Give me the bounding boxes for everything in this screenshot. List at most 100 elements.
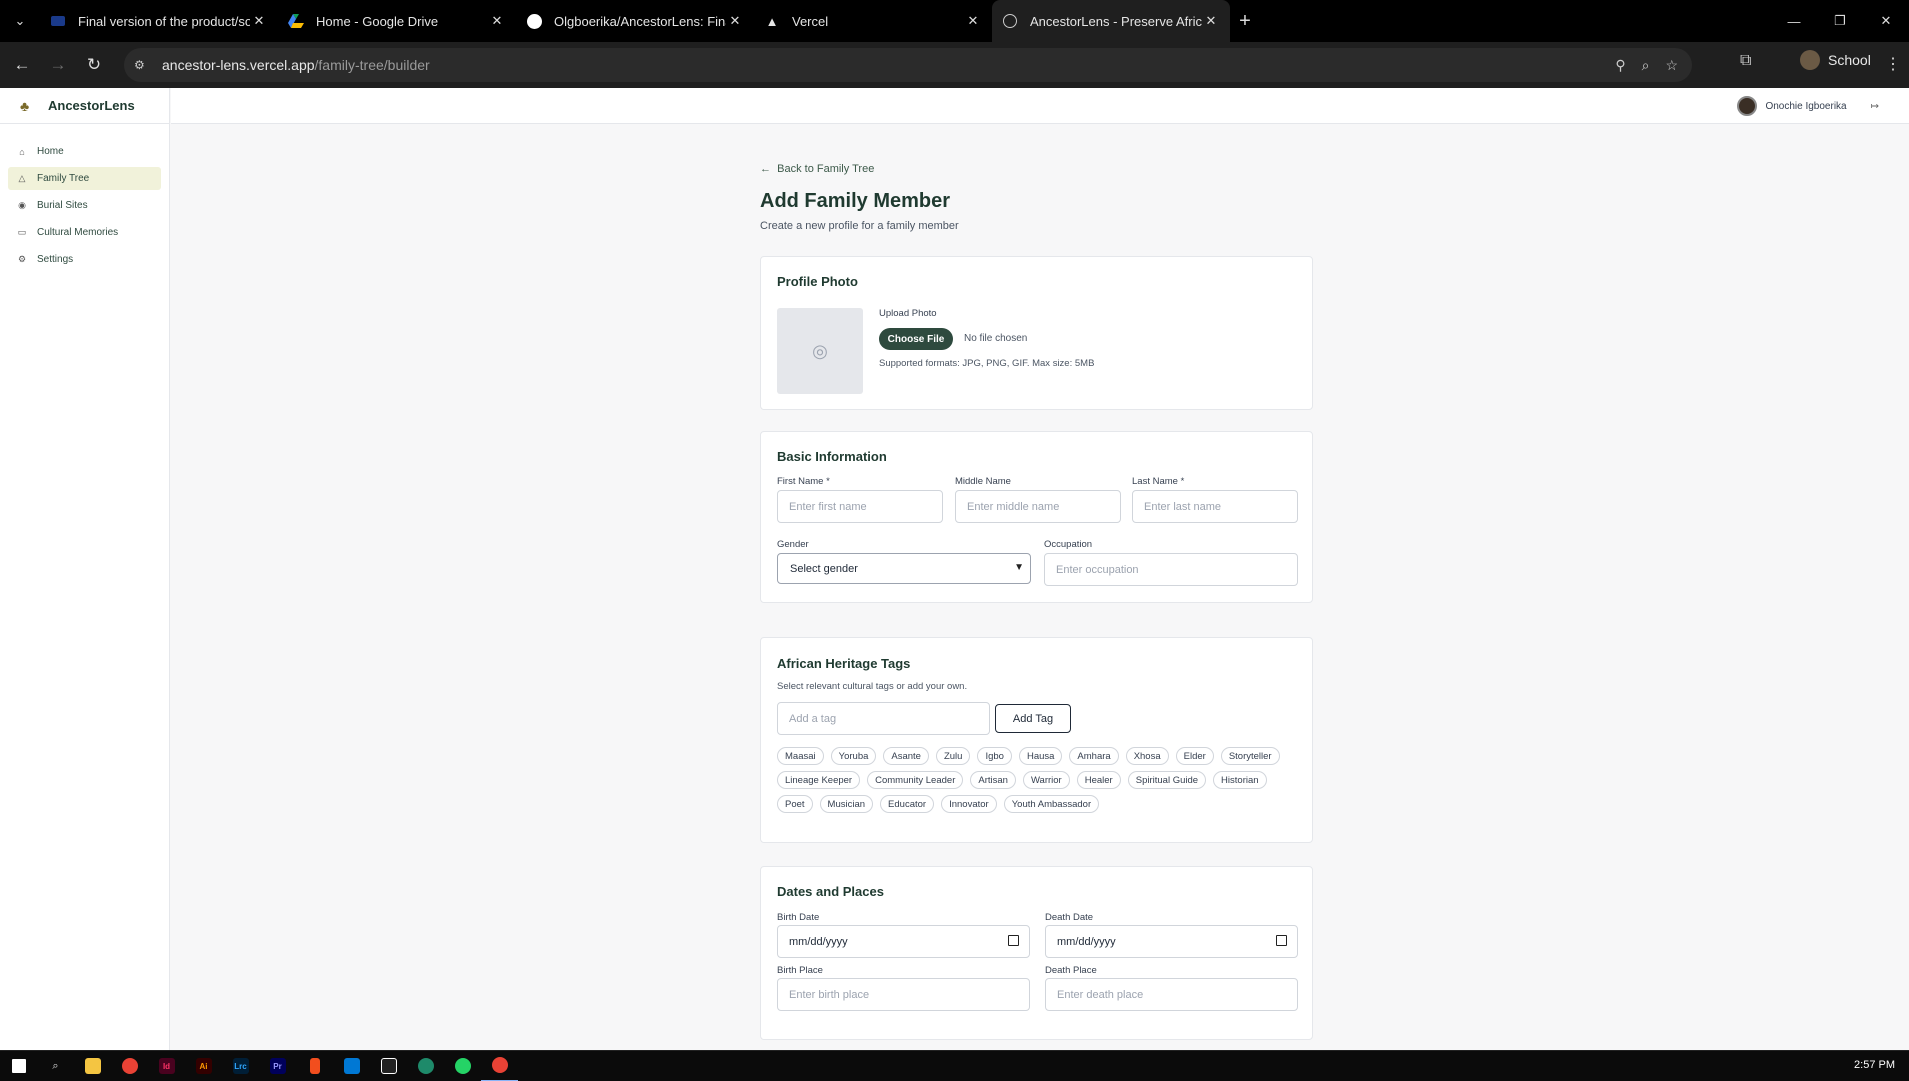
close-tab-icon[interactable]: ✕ bbox=[726, 13, 744, 29]
add-tag-input[interactable]: Add a tag bbox=[777, 702, 990, 735]
close-tab-icon[interactable]: ✕ bbox=[488, 13, 506, 29]
sidebar-item-burial-sites[interactable]: ◉ Burial Sites bbox=[8, 194, 161, 217]
zoom-icon[interactable]: ⌕ bbox=[1642, 57, 1650, 74]
photo-preview[interactable]: ◎ bbox=[777, 308, 863, 394]
site-settings-icon[interactable]: ⚙ bbox=[134, 58, 154, 72]
heritage-tag-chip[interactable]: Amhara bbox=[1069, 747, 1119, 765]
location-icon[interactable]: ⚲ bbox=[1615, 57, 1625, 74]
browser-tab[interactable]: Olgboerika/AncestorLens: Final ✕ bbox=[516, 0, 754, 42]
browser-menu-icon[interactable]: ⋮ bbox=[1885, 54, 1901, 74]
address-bar[interactable]: ⚙ ancestor-lens.vercel.app/family-tree/b… bbox=[124, 48, 1692, 82]
back-to-family-tree-link[interactable]: ← Back to Family Tree bbox=[760, 163, 874, 175]
browser-tab[interactable]: Final version of the product/sol ✕ bbox=[40, 0, 278, 42]
whatsapp-icon[interactable] bbox=[444, 1051, 481, 1081]
browser-tab-active[interactable]: AncestorLens - Preserve African ✕ bbox=[992, 0, 1230, 42]
occupation-input[interactable]: Enter occupation bbox=[1044, 553, 1298, 586]
app-icon[interactable] bbox=[407, 1051, 444, 1081]
heritage-tag-chip[interactable]: Zulu bbox=[935, 747, 971, 765]
heritage-tag-chip[interactable]: Musician bbox=[819, 795, 874, 813]
close-tab-icon[interactable]: ✕ bbox=[250, 13, 268, 29]
heritage-tag-chip[interactable]: Poet bbox=[777, 795, 813, 813]
sidebar-item-family-tree[interactable]: △ Family Tree bbox=[8, 167, 161, 190]
last-name-label: Last Name * bbox=[1132, 476, 1185, 487]
gender-select[interactable]: Select gender ▼ bbox=[777, 553, 1031, 584]
sidebar-item-home[interactable]: ⌂ Home bbox=[8, 140, 161, 163]
heritage-tag-chip[interactable]: Maasai bbox=[777, 747, 824, 765]
minimize-icon[interactable]: — bbox=[1771, 0, 1817, 42]
back-arrow-icon[interactable]: ← bbox=[4, 47, 40, 83]
sidebar-item-settings[interactable]: ⚙ Settings bbox=[8, 248, 161, 271]
reload-icon[interactable]: ↻ bbox=[76, 47, 112, 83]
illustrator-icon[interactable]: Ai bbox=[185, 1051, 222, 1081]
top-bar: Onochie Igboerika ↦ bbox=[171, 88, 1909, 124]
death-place-input[interactable]: Enter death place bbox=[1045, 978, 1298, 1011]
chevron-down-icon: ▼ bbox=[1014, 562, 1024, 573]
heritage-tag-chip[interactable]: Igbo bbox=[977, 747, 1012, 765]
occupation-label: Occupation bbox=[1044, 539, 1093, 550]
close-window-icon[interactable]: ✕ bbox=[1863, 0, 1909, 42]
figma-icon[interactable] bbox=[296, 1051, 333, 1081]
close-tab-icon[interactable]: ✕ bbox=[964, 13, 982, 29]
file-explorer-icon[interactable] bbox=[74, 1051, 111, 1081]
chrome-active-icon[interactable] bbox=[481, 1051, 518, 1081]
middle-name-input[interactable]: Enter middle name bbox=[955, 490, 1121, 523]
user-menu[interactable]: Onochie Igboerika ↦ bbox=[1737, 96, 1879, 116]
birth-place-input[interactable]: Enter birth place bbox=[777, 978, 1030, 1011]
calendar-icon[interactable] bbox=[1008, 935, 1019, 946]
heritage-tag-chip[interactable]: Innovator bbox=[941, 795, 997, 813]
heritage-tag-chip[interactable]: Community Leader bbox=[867, 771, 964, 789]
capcut-icon[interactable] bbox=[370, 1051, 407, 1081]
heritage-tag-chip[interactable]: Asante bbox=[883, 747, 929, 765]
heritage-tag-chip[interactable]: Youth Ambassador bbox=[1003, 795, 1100, 813]
tab-title: Home - Google Drive bbox=[316, 13, 439, 29]
calendar-icon[interactable] bbox=[1276, 935, 1287, 946]
heritage-tag-chip[interactable]: Storyteller bbox=[1220, 747, 1280, 765]
heritage-tag-chip[interactable]: Lineage Keeper bbox=[777, 771, 861, 789]
add-tag-button[interactable]: Add Tag bbox=[995, 704, 1071, 733]
heritage-tag-chip[interactable]: Warrior bbox=[1022, 771, 1070, 789]
heritage-tag-chip[interactable]: Hausa bbox=[1018, 747, 1063, 765]
lightroom-icon[interactable]: Lrc bbox=[222, 1051, 259, 1081]
url-text[interactable]: ancestor-lens.vercel.app/family-tree/bui… bbox=[162, 57, 430, 73]
heritage-tag-chip[interactable]: Educator bbox=[880, 795, 935, 813]
sidebar-item-cultural-memories[interactable]: ▭ Cultural Memories bbox=[8, 221, 161, 244]
heritage-tag-chip[interactable]: Spiritual Guide bbox=[1127, 771, 1207, 789]
indesign-icon[interactable]: Id bbox=[148, 1051, 185, 1081]
premiere-icon[interactable]: Pr bbox=[259, 1051, 296, 1081]
tag-chips: Maasai Yoruba Asante Zulu Igbo Hausa Amhara Xho… bbox=[777, 747, 1307, 813]
forward-arrow-icon[interactable]: → bbox=[40, 47, 76, 83]
heritage-tag-chip[interactable]: Artisan bbox=[970, 771, 1016, 789]
choose-file-button[interactable]: Choose File bbox=[879, 328, 953, 350]
browser-tab[interactable]: Home - Google Drive ✕ bbox=[278, 0, 516, 42]
bookmark-star-icon[interactable]: ☆ bbox=[1665, 57, 1678, 74]
browser-tab[interactable]: ▲ Vercel ✕ bbox=[754, 0, 992, 42]
vscode-icon[interactable] bbox=[333, 1051, 370, 1081]
death-date-input[interactable]: mm/dd/yyyy bbox=[1045, 925, 1298, 958]
os-taskbar: ⌕ Id Ai Lrc Pr 2:57 PM bbox=[0, 1050, 1909, 1081]
heritage-tag-chip[interactable]: Historian bbox=[1213, 771, 1267, 789]
sidebar: ♣ AncestorLens ⌂ Home △ Family Tree ◉ Bu… bbox=[0, 88, 170, 1050]
arrow-left-icon: ← bbox=[760, 163, 771, 175]
logout-icon[interactable]: ↦ bbox=[1871, 101, 1879, 112]
birth-date-input[interactable]: mm/dd/yyyy bbox=[777, 925, 1030, 958]
map-pin-icon: ◉ bbox=[18, 200, 26, 210]
first-name-input[interactable]: Enter first name bbox=[777, 490, 943, 523]
sidebar-item-label: Family Tree bbox=[37, 173, 90, 184]
extensions-icon[interactable]: ⧉ bbox=[1740, 52, 1751, 70]
new-tab-plus-icon[interactable]: + bbox=[1230, 10, 1260, 33]
heritage-tag-chip[interactable]: Xhosa bbox=[1125, 747, 1169, 765]
profile-button[interactable]: School bbox=[1800, 50, 1871, 70]
tab-search-chevron-icon[interactable]: ⌄ bbox=[0, 0, 40, 42]
brand[interactable]: ♣ AncestorLens bbox=[0, 88, 169, 124]
heritage-tag-chip[interactable]: Healer bbox=[1076, 771, 1121, 789]
start-icon[interactable] bbox=[0, 1051, 37, 1081]
last-name-input[interactable]: Enter last name bbox=[1132, 490, 1298, 523]
heritage-tag-chip[interactable]: Elder bbox=[1175, 747, 1214, 765]
restore-icon[interactable]: ❐ bbox=[1817, 0, 1863, 42]
close-tab-icon[interactable]: ✕ bbox=[1202, 13, 1220, 29]
search-icon[interactable]: ⌕ bbox=[37, 1051, 74, 1081]
chrome-icon[interactable] bbox=[111, 1051, 148, 1081]
tab-title: Olgboerika/AncestorLens: Final bbox=[554, 13, 726, 29]
heritage-tag-chip[interactable]: Yoruba bbox=[830, 747, 877, 765]
tab-title: AncestorLens - Preserve African bbox=[1030, 13, 1202, 29]
